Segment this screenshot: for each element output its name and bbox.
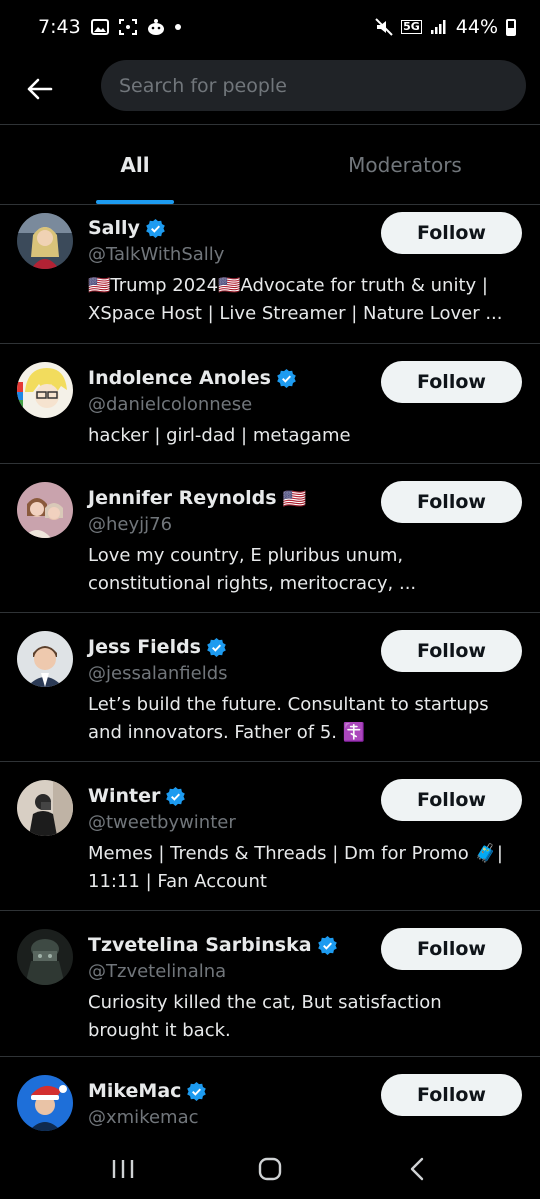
reddit-notification-icon: [147, 18, 165, 36]
tab-all[interactable]: All: [0, 125, 270, 204]
mute-icon: [375, 18, 393, 36]
tab-moderators[interactable]: Moderators: [270, 125, 540, 204]
more-notifications-dot-icon: [174, 24, 181, 30]
status-bar: 7:43 5G 44%: [0, 0, 540, 54]
follow-button[interactable]: Follow: [381, 361, 522, 403]
user-row-sally[interactable]: Sally @TalkWithSally 🇺🇸Trump 2024🇺🇸Advoc…: [0, 205, 540, 344]
user-name: Jess Fields: [88, 636, 201, 658]
user-bio: Memes | Trends & Threads | Dm for Promo …: [88, 843, 503, 892]
system-back-button[interactable]: [387, 1144, 447, 1194]
user-name: Sally: [88, 217, 140, 239]
home-icon: [258, 1157, 282, 1181]
user-bio: 🇺🇸Trump 2024🇺🇸Advocate for truth & unity…: [88, 275, 503, 324]
status-time: 7:43: [38, 16, 81, 38]
battery-percent: 44%: [455, 16, 498, 38]
avatar[interactable]: [17, 482, 73, 538]
user-bio: Curiosity killed the cat, But satisfacti…: [88, 992, 442, 1041]
verified-badge-icon: [317, 935, 337, 955]
back-button[interactable]: [0, 54, 80, 124]
user-name: Indolence Anoles: [88, 367, 271, 389]
avatar[interactable]: [17, 929, 73, 985]
avatar[interactable]: [17, 213, 73, 269]
search-header: [0, 54, 540, 124]
user-name: Winter: [88, 785, 161, 807]
follow-button[interactable]: Follow: [381, 481, 522, 523]
user-row-indolence-anoles[interactable]: Indolence Anoles @danielcolonnese hacker…: [0, 344, 540, 464]
user-list: Sally @TalkWithSally 🇺🇸Trump 2024🇺🇸Advoc…: [0, 205, 540, 1145]
screenshot-notification-icon: [118, 19, 137, 35]
avatar[interactable]: [17, 1075, 73, 1131]
home-button[interactable]: [240, 1144, 300, 1194]
arrow-left-icon: [27, 78, 53, 100]
tab-bar: All Moderators: [0, 125, 540, 204]
avatar[interactable]: [17, 631, 73, 687]
verified-badge-icon: [277, 368, 296, 388]
follow-button[interactable]: Follow: [381, 1074, 522, 1116]
follow-button[interactable]: Follow: [381, 630, 522, 672]
user-row-jennifer-reynolds[interactable]: Jennifer Reynolds 🇺🇸 @heyjj76 Love my co…: [0, 464, 540, 613]
follow-button[interactable]: Follow: [381, 212, 522, 254]
user-row-winter[interactable]: Winter @tweetbywinter Memes | Trends & T…: [0, 762, 540, 911]
avatar[interactable]: [17, 362, 73, 418]
system-nav-bar: [0, 1139, 540, 1199]
follow-button[interactable]: Follow: [381, 779, 522, 821]
user-row-jess-fields[interactable]: Jess Fields @jessalanfields Let’s build …: [0, 613, 540, 762]
verified-badge-icon: [146, 218, 165, 238]
user-row-tzvetelina-sarbinska[interactable]: Tzvetelina Sarbinska @Tzvetelinalna Curi…: [0, 911, 540, 1057]
signal-icon: [430, 19, 448, 35]
verified-badge-icon: [166, 786, 186, 806]
user-bio: Love my country, E pluribus unum, consti…: [88, 545, 417, 594]
flag-emoji: 🇺🇸: [282, 487, 307, 510]
gallery-notification-icon: [90, 19, 109, 35]
user-name: Tzvetelina Sarbinska: [88, 934, 312, 956]
user-row-mikemac[interactable]: MikeMac @xmikemac Follow: [0, 1057, 540, 1145]
user-bio: hacker | girl-dad | metagame: [88, 425, 351, 446]
network-type-icon: 5G: [401, 20, 422, 34]
search-box[interactable]: [101, 60, 526, 111]
user-name: MikeMac: [88, 1080, 182, 1102]
follow-button[interactable]: Follow: [381, 928, 522, 970]
battery-icon: [506, 18, 516, 36]
search-input[interactable]: [119, 74, 526, 97]
recent-apps-icon: [113, 1160, 134, 1178]
verified-badge-icon: [187, 1081, 207, 1101]
user-bio: Let’s build the future. Consultant to st…: [88, 694, 489, 743]
recent-apps-button[interactable]: [93, 1144, 153, 1194]
verified-badge-icon: [207, 637, 226, 657]
chevron-left-icon: [410, 1157, 423, 1181]
avatar[interactable]: [17, 780, 73, 836]
user-name: Jennifer Reynolds: [88, 487, 277, 509]
